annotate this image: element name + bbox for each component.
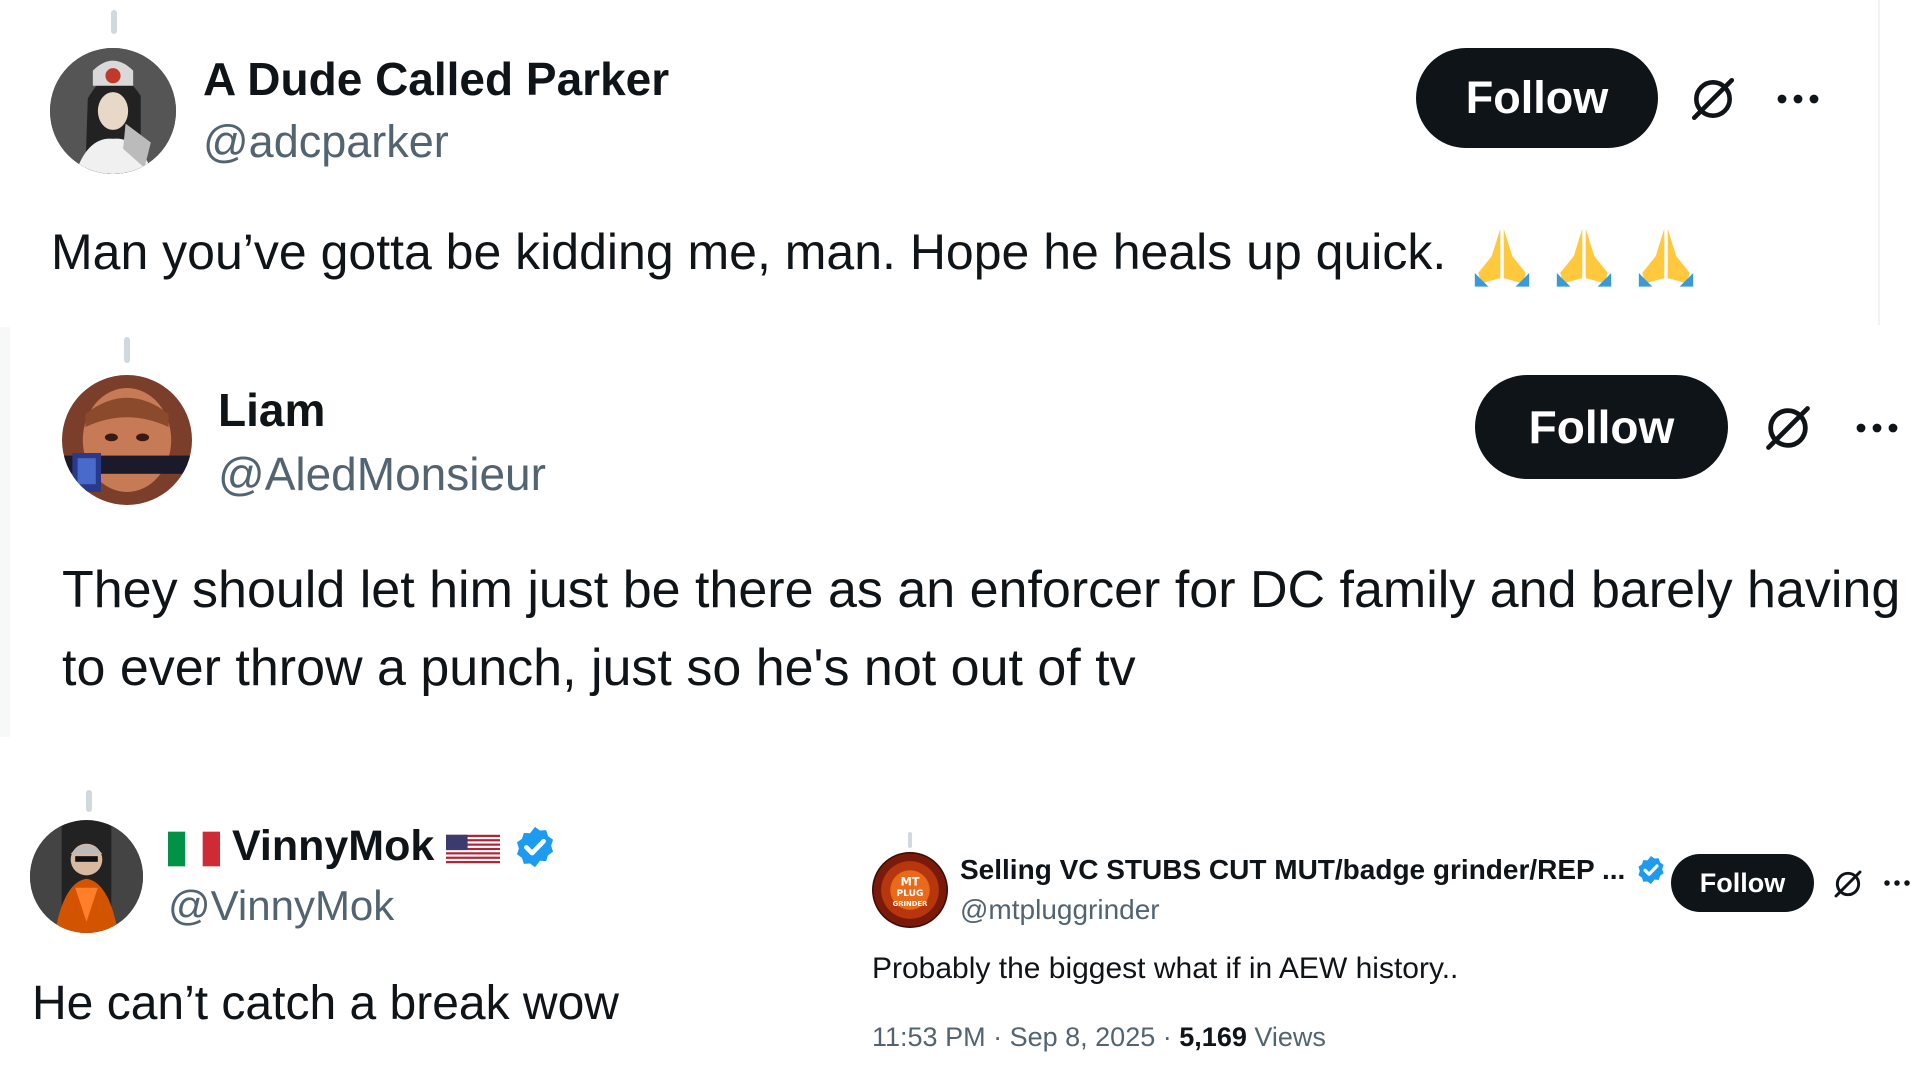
tweet-text-row: Man you’ve gotta be kidding me, man. Hop… bbox=[51, 222, 1700, 290]
avatar-logo-text-grinder: GRINDER bbox=[893, 900, 928, 908]
verified-badge-icon bbox=[1635, 854, 1667, 886]
tweet-card-vinnymok[interactable]: VinnyMok @VinnyMok He can’t catch a brea… bbox=[0, 760, 860, 1080]
grok-icon[interactable] bbox=[1688, 74, 1738, 124]
tweet-meta: 11:53 PM · Sep 8, 2025 · 5,169 Views bbox=[872, 1022, 1326, 1053]
follow-button[interactable]: Follow bbox=[1416, 48, 1658, 148]
user-handle[interactable]: @adcparker bbox=[203, 116, 449, 168]
thread-line bbox=[908, 832, 912, 848]
panel-divider bbox=[1878, 0, 1880, 325]
user-handle[interactable]: @mtpluggrinder bbox=[960, 894, 1160, 926]
folded-hands-icon bbox=[1632, 222, 1700, 290]
tweet-text: Probably the biggest what if in AEW hist… bbox=[872, 952, 1459, 985]
thread-line bbox=[86, 790, 92, 812]
tweet-card-parker[interactable]: A Dude Called Parker @adcparker Follow M… bbox=[0, 0, 1880, 325]
avatar-logo-text-mt: MT bbox=[900, 874, 919, 888]
meta-separator: · bbox=[993, 1022, 1003, 1052]
folded-hands-icon bbox=[1468, 222, 1536, 290]
follow-button[interactable]: Follow bbox=[1671, 854, 1814, 912]
display-name[interactable]: VinnyMok bbox=[232, 822, 434, 871]
grok-icon[interactable] bbox=[1832, 868, 1864, 900]
verified-badge-icon bbox=[512, 824, 558, 870]
meta-separator: · bbox=[1162, 1022, 1172, 1052]
display-name[interactable]: A Dude Called Parker bbox=[203, 52, 669, 106]
display-name-row[interactable]: VinnyMok bbox=[168, 822, 558, 871]
us-flag-icon bbox=[446, 829, 501, 865]
screenshot-canvas: A Dude Called Parker @adcparker Follow M… bbox=[0, 0, 1920, 1080]
panel-divider bbox=[0, 327, 10, 737]
italy-flag-icon bbox=[168, 829, 220, 866]
display-name[interactable]: Liam bbox=[218, 383, 325, 437]
tweet-date[interactable]: Sep 8, 2025 bbox=[1010, 1022, 1156, 1052]
more-options-icon[interactable] bbox=[1853, 413, 1901, 443]
display-name[interactable]: Selling VC STUBS CUT MUT/badge grinder/R… bbox=[960, 854, 1625, 886]
user-handle[interactable]: @VinnyMok bbox=[168, 882, 394, 930]
thread-line bbox=[111, 10, 117, 34]
views-count: 5,169 bbox=[1179, 1022, 1247, 1052]
avatar[interactable] bbox=[62, 375, 192, 505]
tweet-text: They should let him just be there as an … bbox=[62, 561, 1901, 697]
display-name-row[interactable]: Selling VC STUBS CUT MUT/badge grinder/R… bbox=[960, 854, 1667, 886]
avatar[interactable]: MT PLUG GRINDER bbox=[872, 852, 948, 928]
avatar-logo-text-plug: PLUG bbox=[896, 889, 923, 899]
avatar[interactable] bbox=[50, 48, 176, 174]
more-options-icon[interactable] bbox=[1774, 84, 1822, 114]
tweet-card-mtpluggrinder[interactable]: MT PLUG GRINDER Selling VC STUBS CUT MUT… bbox=[860, 790, 1920, 1080]
tweet-text: Man you’ve gotta be kidding me, man. Hop… bbox=[51, 224, 1447, 281]
tweet-text: He can’t catch a break wow bbox=[32, 977, 619, 1030]
views-label: Views bbox=[1254, 1022, 1326, 1052]
folded-hands-icon bbox=[1550, 222, 1618, 290]
avatar[interactable] bbox=[30, 820, 143, 933]
more-options-icon[interactable] bbox=[1882, 874, 1912, 892]
follow-button[interactable]: Follow bbox=[1475, 375, 1728, 479]
thread-line bbox=[124, 337, 130, 363]
tweet-time[interactable]: 11:53 PM bbox=[872, 1022, 986, 1052]
tweet-card-liam[interactable]: Liam @AledMonsieur Follow They should le… bbox=[10, 327, 1920, 737]
user-handle[interactable]: @AledMonsieur bbox=[218, 447, 546, 501]
grok-icon[interactable] bbox=[1762, 402, 1814, 454]
